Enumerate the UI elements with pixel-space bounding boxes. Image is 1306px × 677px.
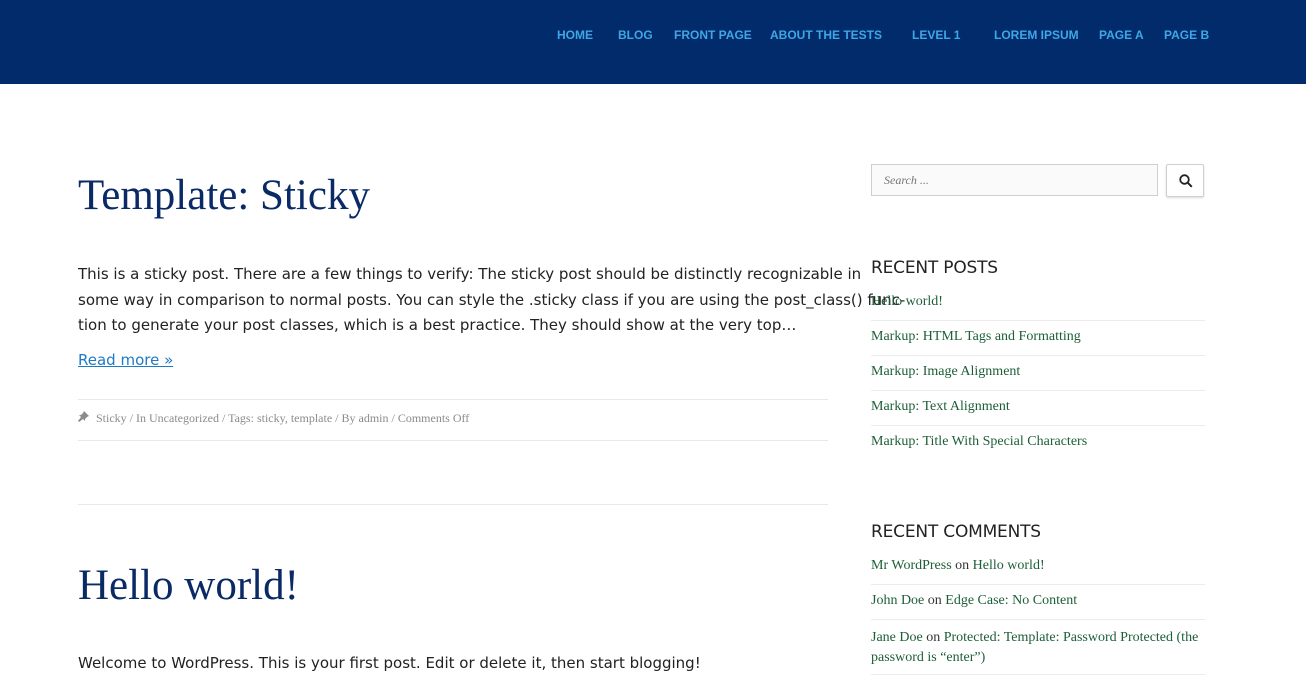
post-excerpt-line: This is a sticky post. There are a few t…	[78, 265, 862, 283]
comment-post-line: Protected: Template: Password Protected …	[943, 630, 1199, 645]
recent-post-link[interactable]: Markup: Text Alignment	[871, 399, 1010, 414]
search-field-wrapper	[871, 164, 1158, 196]
nav-item-page-a[interactable]: PAGE A	[1099, 28, 1144, 42]
list-item: Markup: Title With Special Characters	[871, 426, 1205, 461]
site-header: HOME BLOG FRONT PAGE ABOUT THE TESTS LEV…	[0, 0, 1306, 84]
post-meta: Sticky / In Uncategorized / Tags: sticky…	[78, 411, 469, 426]
post-separator	[78, 504, 828, 505]
search-button[interactable]	[1166, 164, 1204, 197]
nav-item-front-page[interactable]: FRONT PAGE	[674, 28, 752, 42]
tag-link[interactable]: template	[291, 411, 332, 425]
post-excerpt-line: some way in comparison to normal posts. …	[78, 290, 906, 309]
search-icon	[1179, 174, 1193, 188]
meta-separator: / Tags:	[218, 411, 257, 425]
category-link[interactable]: Uncategorized	[149, 411, 219, 425]
meta-separator: / In	[126, 411, 150, 425]
comment-author-link[interactable]: John Doe	[871, 593, 924, 608]
nav-item-about-the-tests[interactable]: ABOUT THE TESTS	[770, 28, 882, 42]
post-excerpt: This is a sticky post. There are a few t…	[78, 262, 906, 339]
divider	[78, 440, 828, 441]
list-item: Jane Doe on Protected: Template: Passwor…	[871, 620, 1205, 675]
list-item: Markup: Image Alignment	[871, 356, 1205, 391]
comment-post-link[interactable]: Hello world!	[973, 558, 1045, 573]
comment-post-link[interactable]: Edge Case: No Content	[945, 593, 1077, 608]
pin-icon	[78, 411, 90, 426]
list-item: Mr WordPress on Hello world!	[871, 550, 1205, 585]
sticky-link[interactable]: Sticky	[96, 411, 127, 425]
comments-status: Comments Off	[397, 411, 470, 425]
nav-item-lorem-ipsum[interactable]: LOREM IPSUM	[994, 28, 1079, 42]
list-item: Markup: HTML Tags and Formatting	[871, 321, 1205, 356]
meta-separator: / By	[332, 411, 359, 425]
author-link[interactable]: admin	[359, 411, 389, 425]
recent-comments-title: RECENT COMMENTS	[871, 522, 1041, 542]
nav-item-home[interactable]: HOME	[557, 28, 593, 42]
recent-posts-title: RECENT POSTS	[871, 258, 998, 278]
nav-item-page-b[interactable]: PAGE B	[1164, 28, 1209, 42]
recent-post-link[interactable]: Markup: Image Alignment	[871, 364, 1020, 379]
comment-on-text: on	[922, 630, 944, 645]
post-excerpt-line: tion to generate your post classes, whic…	[78, 316, 797, 334]
comment-author-link[interactable]: Mr WordPress	[871, 558, 952, 573]
comment-author-link[interactable]: Jane Doe	[871, 630, 923, 645]
recent-posts-list: Hello world! Markup: HTML Tags and Forma…	[871, 286, 1205, 461]
recent-post-link[interactable]: Markup: HTML Tags and Formatting	[871, 329, 1081, 344]
nav-item-level-1[interactable]: LEVEL 1	[912, 28, 960, 42]
tag-link[interactable]: sticky	[257, 411, 285, 425]
list-item: John Doe on Edge Case: No Content	[871, 585, 1205, 620]
meta-separator: /	[388, 411, 398, 425]
recent-comments-list: Mr WordPress on Hello world! John Doe on…	[871, 550, 1205, 675]
comment-post-line: password is “enter”)	[871, 650, 986, 665]
recent-post-link[interactable]: Hello world!	[871, 294, 943, 309]
list-item: Markup: Text Alignment	[871, 391, 1205, 426]
post-title-hello-world[interactable]: Hello world!	[78, 560, 299, 612]
list-item: Hello world!	[871, 286, 1205, 321]
post-title-sticky[interactable]: Template: Sticky	[78, 170, 370, 222]
comment-on-text: on	[951, 558, 973, 573]
post-excerpt: Welcome to WordPress. This is your first…	[78, 654, 701, 672]
divider	[78, 399, 828, 400]
nav-item-blog[interactable]: BLOG	[618, 28, 653, 42]
read-more-link[interactable]: Read more »	[78, 351, 173, 369]
search-input[interactable]	[872, 165, 1157, 195]
recent-post-link[interactable]: Markup: Title With Special Characters	[871, 434, 1087, 449]
comment-on-text: on	[924, 593, 946, 608]
